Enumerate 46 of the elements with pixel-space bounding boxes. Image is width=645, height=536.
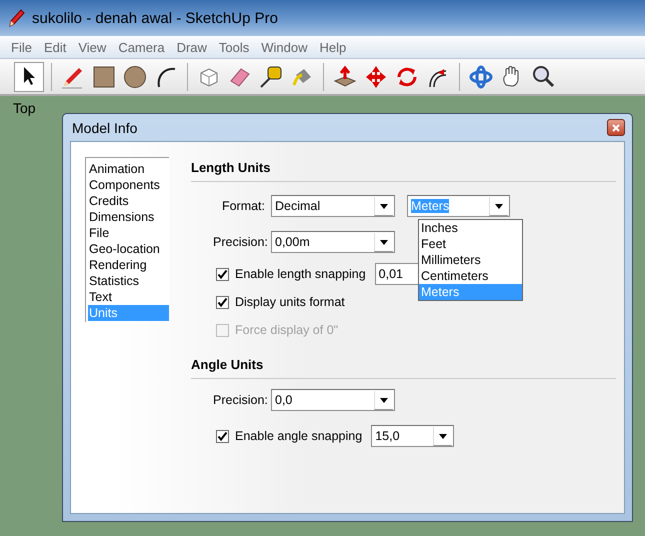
menu-item[interactable]: File: [0, 40, 38, 54]
list-item[interactable]: File: [88, 225, 169, 241]
menu-item[interactable]: Tools: [212, 40, 256, 54]
list-item[interactable]: Geo-location: [88, 241, 169, 257]
list-item[interactable]: Components: [88, 177, 169, 193]
pencil-icon: [8, 8, 26, 28]
checkbox-label: Enable length snapping: [235, 267, 366, 281]
caret-icon: [489, 196, 508, 216]
menu-item[interactable]: View: [72, 40, 112, 54]
list-item[interactable]: Animation: [88, 161, 169, 177]
menu-item[interactable]: Camera: [112, 40, 171, 54]
checkbox[interactable]: [216, 268, 229, 280]
checkbox[interactable]: [216, 430, 229, 442]
view-label: Top: [13, 100, 36, 116]
checkbox[interactable]: [216, 296, 229, 308]
window-title: sukolilo - denah awal - SketchUp Pro: [32, 10, 278, 26]
close-icon: [612, 124, 620, 132]
field-label: Format:: [220, 199, 266, 213]
list-item[interactable]: Dimensions: [88, 209, 169, 225]
close-button[interactable]: [607, 119, 625, 136]
list-item[interactable]: Text: [88, 289, 169, 305]
dropdown[interactable]: Decimal: [271, 195, 395, 217]
section-heading: Angle Units: [191, 354, 616, 379]
dropdown[interactable]: 15,0: [371, 425, 454, 447]
dialog-title: Model Info: [71, 120, 138, 136]
checkbox-label: Display units format: [235, 295, 345, 309]
caret-icon: [433, 426, 452, 446]
checkbox-label: Force display of 0": [235, 323, 338, 337]
orbit-icon[interactable]: [467, 62, 495, 90]
dropdown[interactable]: 0,00m: [271, 231, 395, 253]
menu-item[interactable]: Draw: [170, 40, 213, 54]
cursor-icon[interactable]: [14, 62, 44, 92]
caret-icon: [374, 196, 393, 216]
list-item[interactable]: Credits: [88, 193, 169, 209]
caret-icon: [374, 232, 393, 252]
caret-icon: [374, 390, 393, 410]
list-item[interactable]: Rendering: [88, 257, 169, 273]
list-item[interactable]: Statistics: [88, 273, 169, 289]
menu-item[interactable]: Window: [255, 40, 314, 54]
checkbox-label: Enable angle snapping: [235, 429, 362, 443]
menu-item[interactable]: Help: [314, 40, 352, 54]
dropdown-option[interactable]: Inches: [419, 220, 522, 236]
dropdown-option[interactable]: Feet: [419, 236, 522, 252]
menu-item[interactable]: Edit: [38, 40, 72, 54]
dropdown[interactable]: 0,0: [271, 389, 395, 411]
section-heading: Length Units: [191, 157, 616, 182]
